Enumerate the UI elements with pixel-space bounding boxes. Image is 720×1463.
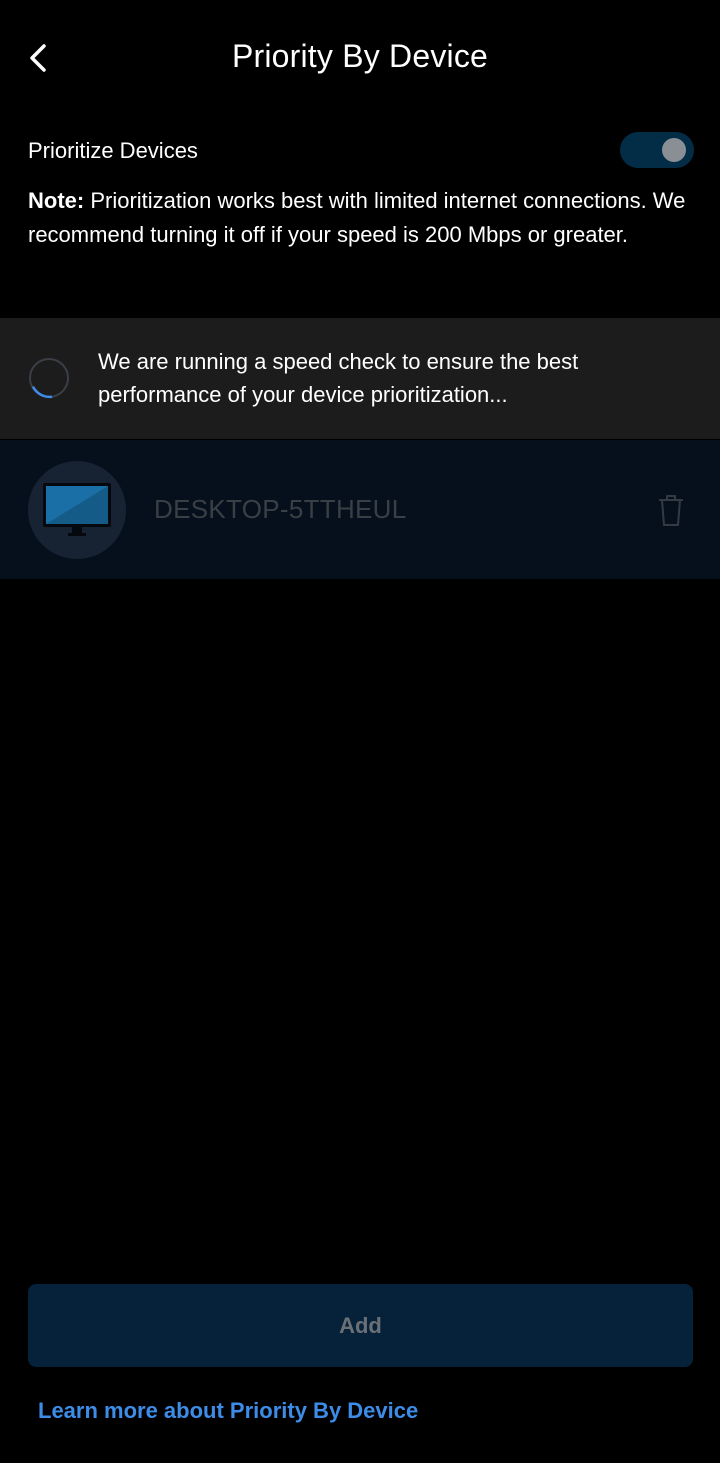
speed-check-message: We are running a speed check to ensure t… <box>98 349 579 407</box>
note-prefix: Note: <box>28 188 85 213</box>
device-avatar <box>28 461 126 559</box>
prioritize-devices-toggle[interactable] <box>620 132 694 168</box>
loading-spinner-icon <box>29 358 69 399</box>
prioritize-devices-row: Prioritize Devices <box>28 128 694 174</box>
toggle-knob <box>662 138 686 162</box>
page-title: Priority By Device <box>231 38 489 74</box>
speed-check-panel: We are running a speed check to ensure t… <box>0 318 720 439</box>
learn-more-link[interactable]: Learn more about Priority By Device <box>38 1398 418 1424</box>
device-name: DESKTOP-5TTHEUL <box>154 494 407 524</box>
add-button[interactable]: Add <box>28 1284 693 1367</box>
top-bar: Priority By Device <box>0 0 720 120</box>
delete-device-button[interactable] <box>656 493 686 527</box>
desktop-monitor-icon <box>43 483 111 536</box>
prioritization-note: Note: Prioritization works best with lim… <box>28 184 694 252</box>
note-text: Prioritization works best with limited i… <box>28 188 686 247</box>
trash-icon <box>659 495 683 526</box>
prioritize-devices-label: Prioritize Devices <box>28 138 198 163</box>
device-list-item[interactable]: DESKTOP-5TTHEUL <box>0 440 720 579</box>
